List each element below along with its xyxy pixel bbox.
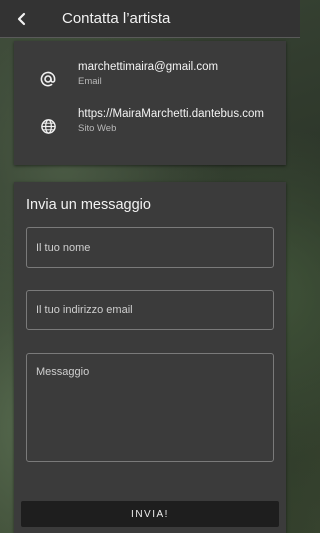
website-contact-row[interactable]: https://MairaMarchetti.dantebus.com Sito… <box>14 108 286 148</box>
message-form-card: Invia un messaggio <box>14 182 286 533</box>
website-value: https://MairaMarchetti.dantebus.com <box>78 108 264 120</box>
back-button[interactable] <box>8 5 36 33</box>
send-button[interactable]: INVIA! <box>21 501 279 527</box>
email-contact-row[interactable]: marchettimaira@gmail.com Email <box>14 61 286 101</box>
website-label: Sito Web <box>78 123 117 134</box>
email-input[interactable] <box>26 290 274 330</box>
page-title: Contatta l’artista <box>62 10 171 27</box>
message-textarea[interactable] <box>26 353 274 462</box>
globe-icon <box>38 116 58 136</box>
name-input[interactable] <box>26 227 274 268</box>
at-sign-icon <box>38 69 58 89</box>
contact-info-card: marchettimaira@gmail.com Email https://M… <box>14 41 286 165</box>
email-value: marchettimaira@gmail.com <box>78 61 219 73</box>
arrow-left-icon <box>17 12 26 25</box>
form-title: Invia un messaggio <box>26 197 151 213</box>
app-bar: Contatta l’artista <box>0 0 300 38</box>
email-label: Email <box>78 76 102 87</box>
